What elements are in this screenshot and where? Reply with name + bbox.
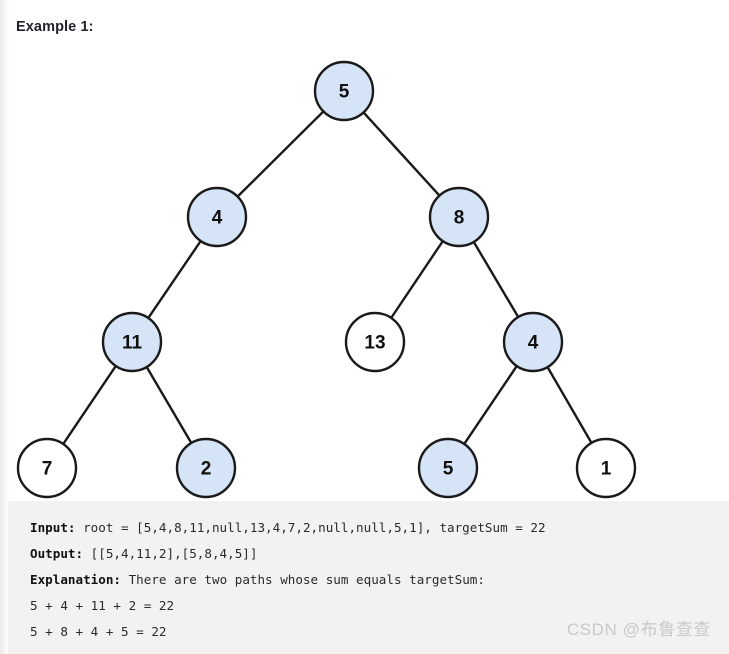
example-figure-page: Example 1: 5 4 8 11 13 4 7 2 5 1 Input: root = [5…	[0, 0, 729, 654]
code-line-text: There are two paths whose sum equals tar…	[121, 572, 485, 587]
code-line-label: Explanation:	[30, 572, 121, 587]
page-title: Example 1:	[16, 19, 94, 35]
code-line-label: Input:	[30, 520, 76, 535]
tree-svg-canvas: 5 4 8 11 13 4 7 2 5 1	[16, 60, 637, 499]
code-line-text: 5 + 4 + 11 + 2 = 22	[30, 598, 175, 613]
tree-node: 5	[313, 60, 375, 122]
tree-edge	[389, 239, 445, 320]
tree-node: 2	[175, 437, 237, 499]
code-line-text: root = [5,4,8,11,null,13,4,7,2,null,null…	[75, 520, 546, 535]
tree-node-label: 13	[364, 333, 385, 354]
code-line-label: Output:	[30, 546, 84, 561]
tree-edge	[545, 365, 594, 445]
tree-node: 1	[575, 437, 637, 499]
tree-node-label: 4	[212, 208, 223, 229]
tree-node-label: 11	[122, 333, 143, 354]
example-code-block: Input: root = [5,4,8,11,null,13,4,7,2,nu…	[8, 501, 729, 654]
tree-node-label: 5	[339, 82, 350, 103]
tree-edges	[61, 109, 594, 446]
csdn-watermark: CSDN @布鲁查查	[566, 620, 711, 639]
tree-edge	[61, 364, 118, 446]
tree-edge	[144, 364, 194, 446]
code-line: Input: root = [5,4,8,11,null,13,4,7,2,nu…	[30, 515, 729, 541]
binary-tree-diagram: 5 4 8 11 13 4 7 2 5 1	[0, 40, 729, 500]
tree-node-label: 5	[443, 459, 454, 480]
tree-node-label: 1	[601, 459, 612, 480]
tree-node-label: 7	[42, 459, 53, 480]
tree-node: 4	[186, 186, 248, 248]
tree-node-label: 2	[201, 459, 212, 480]
tree-edge	[462, 364, 519, 446]
tree-node: 11	[101, 311, 163, 373]
tree-node: 8	[428, 186, 490, 248]
tree-node: 13	[344, 311, 406, 373]
tree-node: 5	[417, 437, 479, 499]
tree-nodes: 5 4 8 11 13 4 7 2 5 1	[16, 60, 637, 499]
tree-edge	[235, 109, 326, 199]
tree-edge	[146, 238, 203, 321]
tree-node-label: 8	[454, 208, 465, 229]
code-line-text: 5 + 8 + 4 + 5 = 22	[30, 624, 167, 639]
code-line: Output: [[5,4,11,2],[5,8,4,5]]	[30, 541, 729, 567]
tree-node: 7	[16, 437, 78, 499]
tree-edge	[472, 239, 520, 320]
tree-edge	[361, 110, 442, 198]
code-line: Explanation: There are two paths whose s…	[30, 567, 729, 593]
code-line-text: [[5,4,11,2],[5,8,4,5]]	[83, 546, 258, 561]
tree-node-label: 4	[528, 333, 539, 354]
tree-node: 4	[502, 311, 564, 373]
